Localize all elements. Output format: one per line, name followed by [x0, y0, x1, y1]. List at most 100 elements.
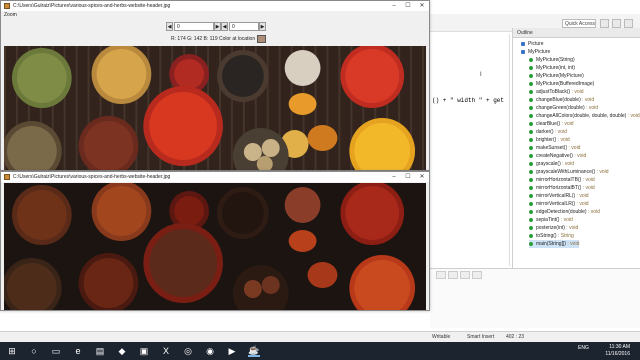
- outline-item[interactable]: toString() : String: [529, 232, 574, 240]
- outline-item-return-type: : void: [556, 137, 570, 143]
- outline-item-return-type: : void: [553, 129, 567, 135]
- col-next-button[interactable]: ▶: [259, 22, 266, 31]
- outline-item-label: makeSunset(): [536, 145, 568, 151]
- window-titlebar[interactable]: C:\Users\Gulraiz\Pictures\various-spices…: [1, 1, 429, 11]
- picture-window-original[interactable]: C:\Users\Gulraiz\Pictures\various-spices…: [0, 0, 430, 171]
- java-perspective-button[interactable]: [612, 19, 621, 28]
- zoom-menu[interactable]: Zoom: [4, 12, 17, 18]
- minimize-button[interactable]: –: [387, 1, 401, 11]
- python-icon[interactable]: ◎: [182, 345, 194, 357]
- task-view-icon[interactable]: ▭: [50, 345, 62, 357]
- terminal-icon[interactable]: ▶: [226, 345, 238, 357]
- outline-item-label: toString(): [536, 233, 557, 239]
- system-tray-lang[interactable]: ENG: [578, 345, 589, 351]
- java-icon[interactable]: ☕: [248, 345, 260, 357]
- code-editor[interactable]: [430, 34, 510, 266]
- outline-item[interactable]: makeSunset() : void: [529, 144, 580, 152]
- picture-window-modified[interactable]: C:\Users\Gulraiz\Pictures\various-spices…: [0, 171, 430, 311]
- outline-item[interactable]: darker() : void: [529, 128, 567, 136]
- outline-item[interactable]: clearBlue() : void: [529, 120, 574, 128]
- status-writable: Writable: [432, 334, 451, 340]
- perspective-button[interactable]: [600, 19, 609, 28]
- outline-item[interactable]: mirrorVerticalRL() : void: [529, 192, 589, 200]
- row-prev-button[interactable]: ◀: [166, 22, 173, 31]
- outline-item[interactable]: main(String[]) : void: [529, 240, 580, 248]
- outline-item[interactable]: edgeDetection(double) : void: [529, 208, 600, 216]
- outline-item-label: brighter(): [536, 137, 557, 143]
- clock-date[interactable]: 11/16/2016: [596, 351, 630, 357]
- search-icon[interactable]: ○: [28, 345, 40, 357]
- outline-item[interactable]: MyPicture(int, int): [529, 64, 575, 72]
- outline-item-label: adjustToBlack(): [536, 89, 571, 95]
- status-bar: [0, 331, 640, 342]
- method-icon: [529, 153, 533, 158]
- clock-time[interactable]: 11:30 AM: [596, 344, 630, 350]
- outline-item[interactable]: grayscaleWithLuminance() : void: [529, 168, 609, 176]
- outline-item[interactable]: mirrorHorizontalBT() : void: [529, 184, 595, 192]
- chrome-icon[interactable]: ◉: [204, 345, 216, 357]
- outline-item-label: MyPicture: [528, 49, 551, 55]
- outline-item-return-type: : void: [581, 185, 595, 191]
- console-tab[interactable]: [448, 271, 458, 279]
- outline-item[interactable]: changeGreen(double) : void: [529, 104, 598, 112]
- method-icon: [529, 65, 533, 70]
- start-icon[interactable]: ⊞: [6, 345, 18, 357]
- outline-item-label: changeBlue(double): [536, 97, 581, 103]
- outline-item[interactable]: adjustToBlack() : void: [529, 88, 584, 96]
- edge-icon[interactable]: e: [72, 345, 84, 357]
- minimize-button[interactable]: –: [387, 172, 401, 182]
- outline-item-return-type: : void: [595, 169, 609, 175]
- quick-access-field[interactable]: Quick Access: [562, 19, 596, 28]
- outline-item[interactable]: brighter() : void: [529, 136, 570, 144]
- outline-item[interactable]: mirrorHorizontalTB() : void: [529, 176, 595, 184]
- dropbox-icon[interactable]: ◆: [116, 345, 128, 357]
- method-icon: [529, 113, 533, 118]
- row-index-input[interactable]: 0: [174, 22, 214, 31]
- spices-image-filtered[interactable]: [4, 183, 426, 310]
- method-icon: [529, 73, 533, 78]
- outline-item[interactable]: createNegative() : void: [529, 152, 586, 160]
- maximize-button[interactable]: ☐: [401, 1, 415, 11]
- javadoc-tab[interactable]: [472, 271, 482, 279]
- outline-item[interactable]: mirrorVerticalLR() : void: [529, 200, 589, 208]
- outline-item[interactable]: MyPicture: [521, 48, 550, 56]
- outline-item-label: MyPicture(MyPicture): [536, 73, 584, 79]
- problems-tab[interactable]: [436, 271, 446, 279]
- outline-item-label: grayscaleWithLuminance(): [536, 169, 596, 175]
- declaration-tab[interactable]: [460, 271, 470, 279]
- excel-icon[interactable]: X: [160, 345, 172, 357]
- outline-title: Outline: [513, 28, 640, 38]
- outline-item-label: MyPicture(BufferedImage): [536, 81, 595, 87]
- window-title: C:\Users\Gulraiz\Pictures\various-spices…: [13, 174, 171, 180]
- outline-item[interactable]: posterize(int) : void: [529, 224, 578, 232]
- outline-item-return-type: : void: [564, 225, 579, 231]
- outline-item[interactable]: MyPicture(MyPicture): [529, 72, 584, 80]
- spices-image[interactable]: [4, 46, 426, 170]
- col-prev-button[interactable]: ◀: [221, 22, 228, 31]
- filtered-spices-photo: [4, 183, 426, 310]
- window-titlebar[interactable]: C:\Users\Gulraiz\Pictures\various-spices…: [1, 172, 429, 182]
- col-index-input[interactable]: 0: [229, 22, 259, 31]
- close-button[interactable]: ✕: [415, 1, 429, 11]
- store-icon[interactable]: ▣: [138, 345, 150, 357]
- outline-item-return-type: : void: [580, 97, 595, 103]
- outline-item[interactable]: MyPicture(String): [529, 56, 575, 64]
- outline-item[interactable]: changeAllColors(double, double, double) …: [529, 112, 640, 120]
- method-icon: [529, 129, 533, 134]
- outline-item[interactable]: MyPicture(BufferedImage): [529, 80, 594, 88]
- outline-item-label: mirrorVerticalRL(): [536, 193, 576, 199]
- method-icon: [529, 233, 533, 238]
- method-icon: [529, 137, 533, 142]
- debug-perspective-button[interactable]: [624, 19, 633, 28]
- row-next-button[interactable]: ▶: [214, 22, 221, 31]
- outline-item[interactable]: Picture: [521, 40, 544, 48]
- outline-item[interactable]: changeBlue(double) : void: [529, 96, 594, 104]
- method-icon: [529, 97, 533, 102]
- outline-item[interactable]: sepiaTint() : void: [529, 216, 573, 224]
- method-icon: [529, 89, 533, 94]
- maximize-button[interactable]: ☐: [401, 172, 415, 182]
- close-button[interactable]: ✕: [415, 172, 429, 182]
- java-icon: [4, 3, 10, 9]
- explorer-icon[interactable]: ▤: [94, 345, 106, 357]
- outline-item[interactable]: grayscale() : void: [529, 160, 574, 168]
